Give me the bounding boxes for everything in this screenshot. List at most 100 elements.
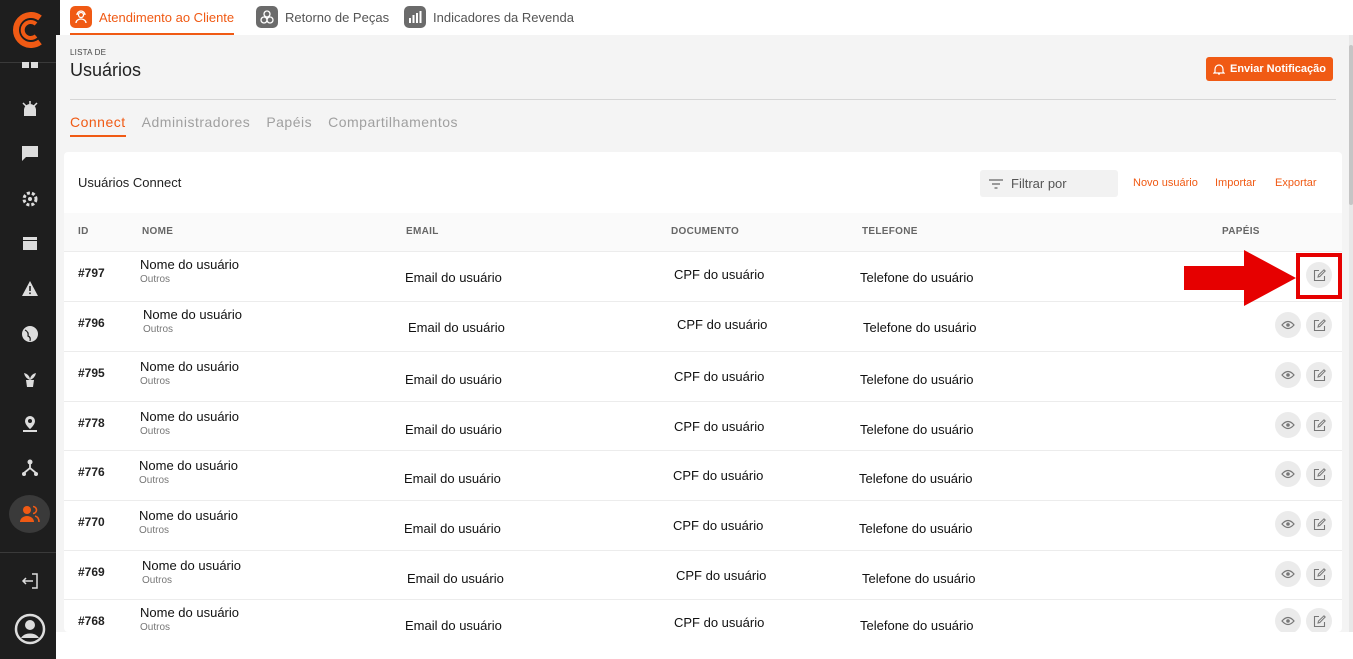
tab-administradores[interactable]: Administradores <box>142 114 251 137</box>
topnav-label: Retorno de Peças <box>285 9 390 25</box>
eye-icon <box>1281 519 1295 529</box>
send-notification-label: Enviar Notificação <box>1230 63 1326 75</box>
row-type: Outros <box>140 274 171 285</box>
user-avatar-icon[interactable] <box>14 613 46 645</box>
view-button[interactable] <box>1275 511 1301 537</box>
topnav-indicadores[interactable]: Indicadores da Revenda <box>404 5 574 29</box>
page-scrollbar[interactable] <box>1349 35 1353 635</box>
edit-icon <box>1313 368 1326 381</box>
edit-button[interactable] <box>1306 608 1332 634</box>
row-document: CPF do usuário <box>673 518 764 533</box>
view-button[interactable] <box>1275 362 1301 388</box>
row-phone: Telefone do usuário <box>859 471 973 486</box>
filter-input[interactable]: Filtrar por <box>980 170 1118 197</box>
edit-icon <box>1313 517 1326 530</box>
logout-icon[interactable] <box>18 569 42 593</box>
row-document: CPF do usuário <box>674 615 765 630</box>
view-button[interactable] <box>1275 312 1301 338</box>
row-id: #778 <box>78 416 105 430</box>
edit-button[interactable] <box>1306 312 1332 338</box>
dashboard-icon[interactable] <box>18 58 42 72</box>
row-phone: Telefone do usuário <box>860 422 974 437</box>
row-type: Outros <box>142 575 173 586</box>
row-id: #768 <box>78 614 105 628</box>
tab-papeis[interactable]: Papéis <box>266 114 312 137</box>
top-navigation <box>60 0 1353 35</box>
header-divider <box>70 99 1336 100</box>
row-name: Nome do usuário <box>139 508 238 523</box>
row-email: Email do usuário <box>405 372 502 387</box>
brand-logo-icon[interactable] <box>10 12 48 48</box>
row-phone: Telefone do usuário <box>860 270 974 285</box>
globe-icon[interactable] <box>18 322 42 346</box>
row-phone: Telefone do usuário <box>862 571 976 586</box>
edit-button[interactable] <box>1306 511 1332 537</box>
row-id: #795 <box>78 366 105 380</box>
view-button[interactable] <box>1275 461 1301 487</box>
row-document: CPF do usuário <box>673 468 764 483</box>
column-header-name: NOME <box>142 226 174 237</box>
row-name: Nome do usuário <box>140 257 239 272</box>
row-email: Email do usuário <box>408 320 505 335</box>
row-id: #770 <box>78 515 105 529</box>
card-title: Usuários Connect <box>78 175 182 190</box>
scrollbar-thumb[interactable] <box>1349 45 1353 205</box>
plant-icon[interactable] <box>18 367 42 391</box>
view-button[interactable] <box>1275 412 1301 438</box>
edit-button[interactable] <box>1306 412 1332 438</box>
row-name: Nome do usuário <box>139 458 238 473</box>
edit-button[interactable] <box>1306 362 1332 388</box>
column-header-id: ID <box>78 226 89 237</box>
row-id: #796 <box>78 316 105 330</box>
warning-icon[interactable] <box>18 277 42 301</box>
location-icon[interactable] <box>18 412 42 436</box>
import-link[interactable]: Importar <box>1215 177 1256 189</box>
users-icon[interactable] <box>18 502 42 526</box>
page-eyebrow: LISTA DE <box>70 48 107 57</box>
alarm-icon[interactable] <box>18 97 42 121</box>
hierarchy-icon[interactable] <box>18 456 42 480</box>
row-name: Nome do usuário <box>140 409 239 424</box>
chat-icon[interactable] <box>18 141 42 165</box>
edit-icon <box>1313 567 1326 580</box>
edit-button[interactable] <box>1306 561 1332 587</box>
row-name: Nome do usuário <box>140 359 239 374</box>
column-header-document: DOCUMENTO <box>671 226 740 237</box>
row-id: #769 <box>78 565 105 579</box>
row-email: Email do usuário <box>405 422 502 437</box>
topnav-retorno-pecas[interactable]: Retorno de Peças <box>256 5 389 29</box>
eye-icon <box>1281 320 1295 330</box>
row-phone: Telefone do usuário <box>860 372 974 387</box>
settings-icon[interactable] <box>18 187 42 211</box>
edit-button[interactable] <box>1306 461 1332 487</box>
new-user-link[interactable]: Novo usuário <box>1133 177 1198 189</box>
calendar-icon[interactable] <box>18 231 42 255</box>
row-document: CPF do usuário <box>677 317 768 332</box>
eye-icon <box>1281 469 1295 479</box>
edit-icon <box>1313 467 1326 480</box>
row-document: CPF do usuário <box>674 369 765 384</box>
send-notification-button[interactable]: Enviar Notificação <box>1206 57 1333 81</box>
row-email: Email do usuário <box>405 270 502 285</box>
headset-icon <box>70 6 92 28</box>
export-link[interactable]: Exportar <box>1275 177 1317 189</box>
topnav-atendimento[interactable]: Atendimento ao Cliente <box>70 5 234 29</box>
row-email: Email do usuário <box>405 618 502 633</box>
edit-icon <box>1313 614 1326 627</box>
row-id: #797 <box>78 266 105 280</box>
tab-connect[interactable]: Connect <box>70 114 126 137</box>
row-type: Outros <box>140 376 171 387</box>
view-button[interactable] <box>1275 608 1301 634</box>
eye-icon <box>1281 569 1295 579</box>
sidebar <box>0 0 60 659</box>
view-button[interactable] <box>1275 561 1301 587</box>
filter-placeholder: Filtrar por <box>1011 176 1067 191</box>
annotation-arrow-icon <box>1184 250 1296 306</box>
filter-icon <box>989 178 1003 189</box>
row-name: Nome do usuário <box>143 307 242 322</box>
row-phone: Telefone do usuário <box>859 521 973 536</box>
row-phone: Telefone do usuário <box>860 618 974 633</box>
tab-compartilhamentos[interactable]: Compartilhamentos <box>328 114 458 137</box>
topnav-label: Indicadores da Revenda <box>433 9 574 25</box>
row-phone: Telefone do usuário <box>863 320 977 335</box>
